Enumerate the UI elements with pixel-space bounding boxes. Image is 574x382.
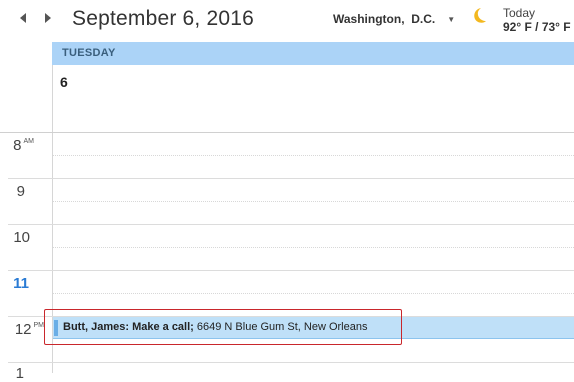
hour-label-1: 1: [15, 365, 24, 382]
location-label: Washington, D.C.: [333, 12, 436, 26]
day-name: TUESDAY: [62, 47, 116, 59]
day-number: 6: [60, 74, 68, 90]
triangle-left-icon: [20, 13, 26, 23]
hour-label-12pm: 12 PM: [14, 321, 44, 338]
hour-label-8am: 8 AM: [13, 137, 34, 154]
hour-label-10: 10: [13, 229, 30, 246]
hour-line: [8, 178, 574, 179]
half-hour-line: [53, 201, 574, 202]
location-dropdown[interactable]: Washington, D.C. ▼: [333, 12, 455, 26]
hour-label-9: 9: [16, 183, 25, 200]
triangle-right-icon: [45, 13, 51, 23]
half-hour-line: [53, 155, 574, 156]
hour-line: [8, 362, 574, 363]
date-title: September 6, 2016: [72, 7, 255, 30]
temperature-readout: 92° F / 73° F: [503, 20, 571, 34]
hour-label-current: 11: [13, 275, 29, 292]
hour-line: [8, 224, 574, 225]
highlight-box: [44, 309, 402, 345]
moon-icon: [471, 7, 487, 25]
today-label: Today: [503, 6, 536, 20]
hour-line: [8, 270, 574, 271]
divider: [0, 132, 574, 133]
next-day-button[interactable]: [43, 12, 53, 24]
day-header[interactable]: [52, 42, 574, 65]
previous-day-button[interactable]: [18, 12, 28, 24]
chevron-down-icon: ▼: [447, 14, 456, 24]
all-day-area[interactable]: [52, 65, 574, 132]
half-hour-line: [53, 247, 574, 248]
half-hour-line: [53, 293, 574, 294]
